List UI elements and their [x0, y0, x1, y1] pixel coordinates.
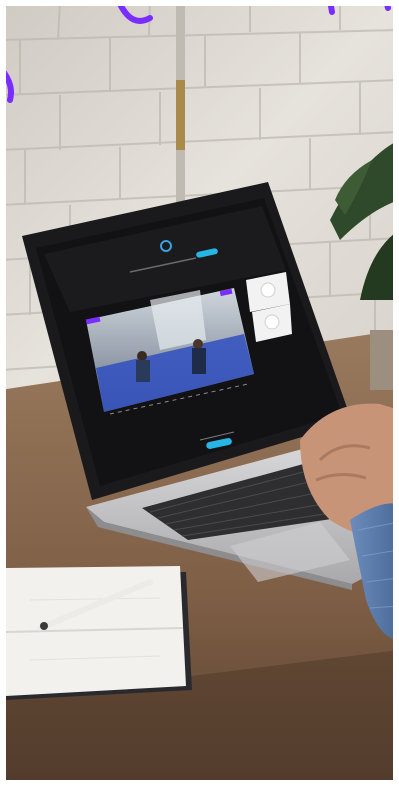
frame-left: [0, 0, 6, 786]
frame-top: [0, 0, 399, 6]
frame-right: [393, 0, 399, 786]
frame-bottom: [0, 780, 399, 786]
notebook-icon: [5, 566, 192, 700]
photo-scene: [0, 0, 399, 786]
